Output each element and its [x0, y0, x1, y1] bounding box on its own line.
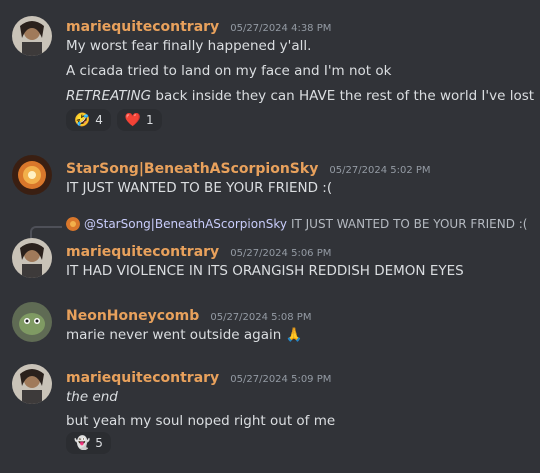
- message-text: the end: [66, 389, 118, 405]
- reaction-bar: 👻 5: [66, 432, 111, 454]
- reply-mention[interactable]: @StarSong|BeneathAScorpionSky: [84, 217, 287, 231]
- timestamp: 05/27/2024 5:06 PM: [230, 248, 332, 259]
- heart-emoji-icon: ❤️: [124, 112, 142, 128]
- reply-avatar: [66, 217, 80, 231]
- reaction-count: 5: [95, 436, 103, 450]
- avatar-mariequitecontrary[interactable]: [12, 364, 52, 404]
- reply-text: IT JUST WANTED TO BE YOUR FRIEND :(: [290, 217, 528, 231]
- reaction-count: 1: [146, 113, 154, 127]
- avatar-neonhoneycomb[interactable]: [12, 302, 52, 342]
- message-header: StarSong|BeneathAScorpionSky 05/27/2024 …: [66, 158, 431, 177]
- message-header: mariequitecontrary 05/27/2024 5:09 PM: [66, 367, 331, 386]
- reply-preview[interactable]: @StarSong|BeneathAScorpionSky IT JUST WA…: [66, 217, 527, 231]
- message-header: mariequitecontrary 05/27/2024 5:06 PM: [66, 241, 331, 260]
- reaction-heart[interactable]: ❤️ 1: [116, 109, 162, 131]
- avatar-starsong[interactable]: [12, 155, 52, 195]
- message-text: My worst fear finally happened y'all.: [66, 38, 312, 54]
- avatar-mariequitecontrary[interactable]: [12, 16, 52, 56]
- laughing-emoji-icon: 🤣: [74, 112, 91, 128]
- timestamp: 05/27/2024 5:09 PM: [230, 374, 332, 385]
- timestamp: 05/27/2024 5:02 PM: [329, 165, 431, 176]
- message-header: mariequitecontrary 05/27/2024 4:38 PM: [66, 16, 331, 35]
- ghost-emoji-icon: 👻: [74, 435, 91, 451]
- reaction-ghost[interactable]: 👻 5: [66, 432, 111, 454]
- message-text-rest: back inside they can HAVE the rest of th…: [151, 88, 535, 104]
- avatar-mariequitecontrary[interactable]: [12, 238, 52, 278]
- message-text: but yeah my soul noped right out of me: [66, 413, 336, 429]
- username[interactable]: NeonHoneycomb: [66, 308, 199, 324]
- chat-log: mariequitecontrary 05/27/2024 4:38 PM My…: [0, 0, 540, 473]
- message-header: NeonHoneycomb 05/27/2024 5:08 PM: [66, 305, 311, 324]
- username[interactable]: mariequitecontrary: [66, 370, 219, 386]
- username[interactable]: StarSong|BeneathAScorpionSky: [66, 161, 318, 177]
- message-text: IT JUST WANTED TO BE YOUR FRIEND :(: [66, 180, 333, 196]
- username[interactable]: mariequitecontrary: [66, 244, 219, 260]
- pray-emoji-icon: 🙏: [285, 327, 303, 343]
- reaction-laughing[interactable]: 🤣 4: [66, 109, 111, 131]
- reaction-bar: 🤣 4 ❤️ 1: [66, 109, 162, 131]
- italic-text: the end: [66, 389, 118, 405]
- message-text: IT HAD VIOLENCE IN ITS ORANGISH REDDISH …: [66, 263, 464, 279]
- timestamp: 05/27/2024 5:08 PM: [210, 312, 312, 323]
- timestamp: 05/27/2024 4:38 PM: [230, 23, 332, 34]
- message-text: A cicada tried to land on my face and I'…: [66, 63, 392, 79]
- italic-text: RETREATING: [66, 88, 152, 104]
- message-text-body: marie never went outside again: [66, 327, 282, 343]
- username[interactable]: mariequitecontrary: [66, 19, 219, 35]
- message-text: marie never went outside again 🙏: [66, 327, 302, 343]
- message-text: RETREATING back inside they can HAVE the…: [66, 88, 534, 104]
- reaction-count: 4: [95, 113, 103, 127]
